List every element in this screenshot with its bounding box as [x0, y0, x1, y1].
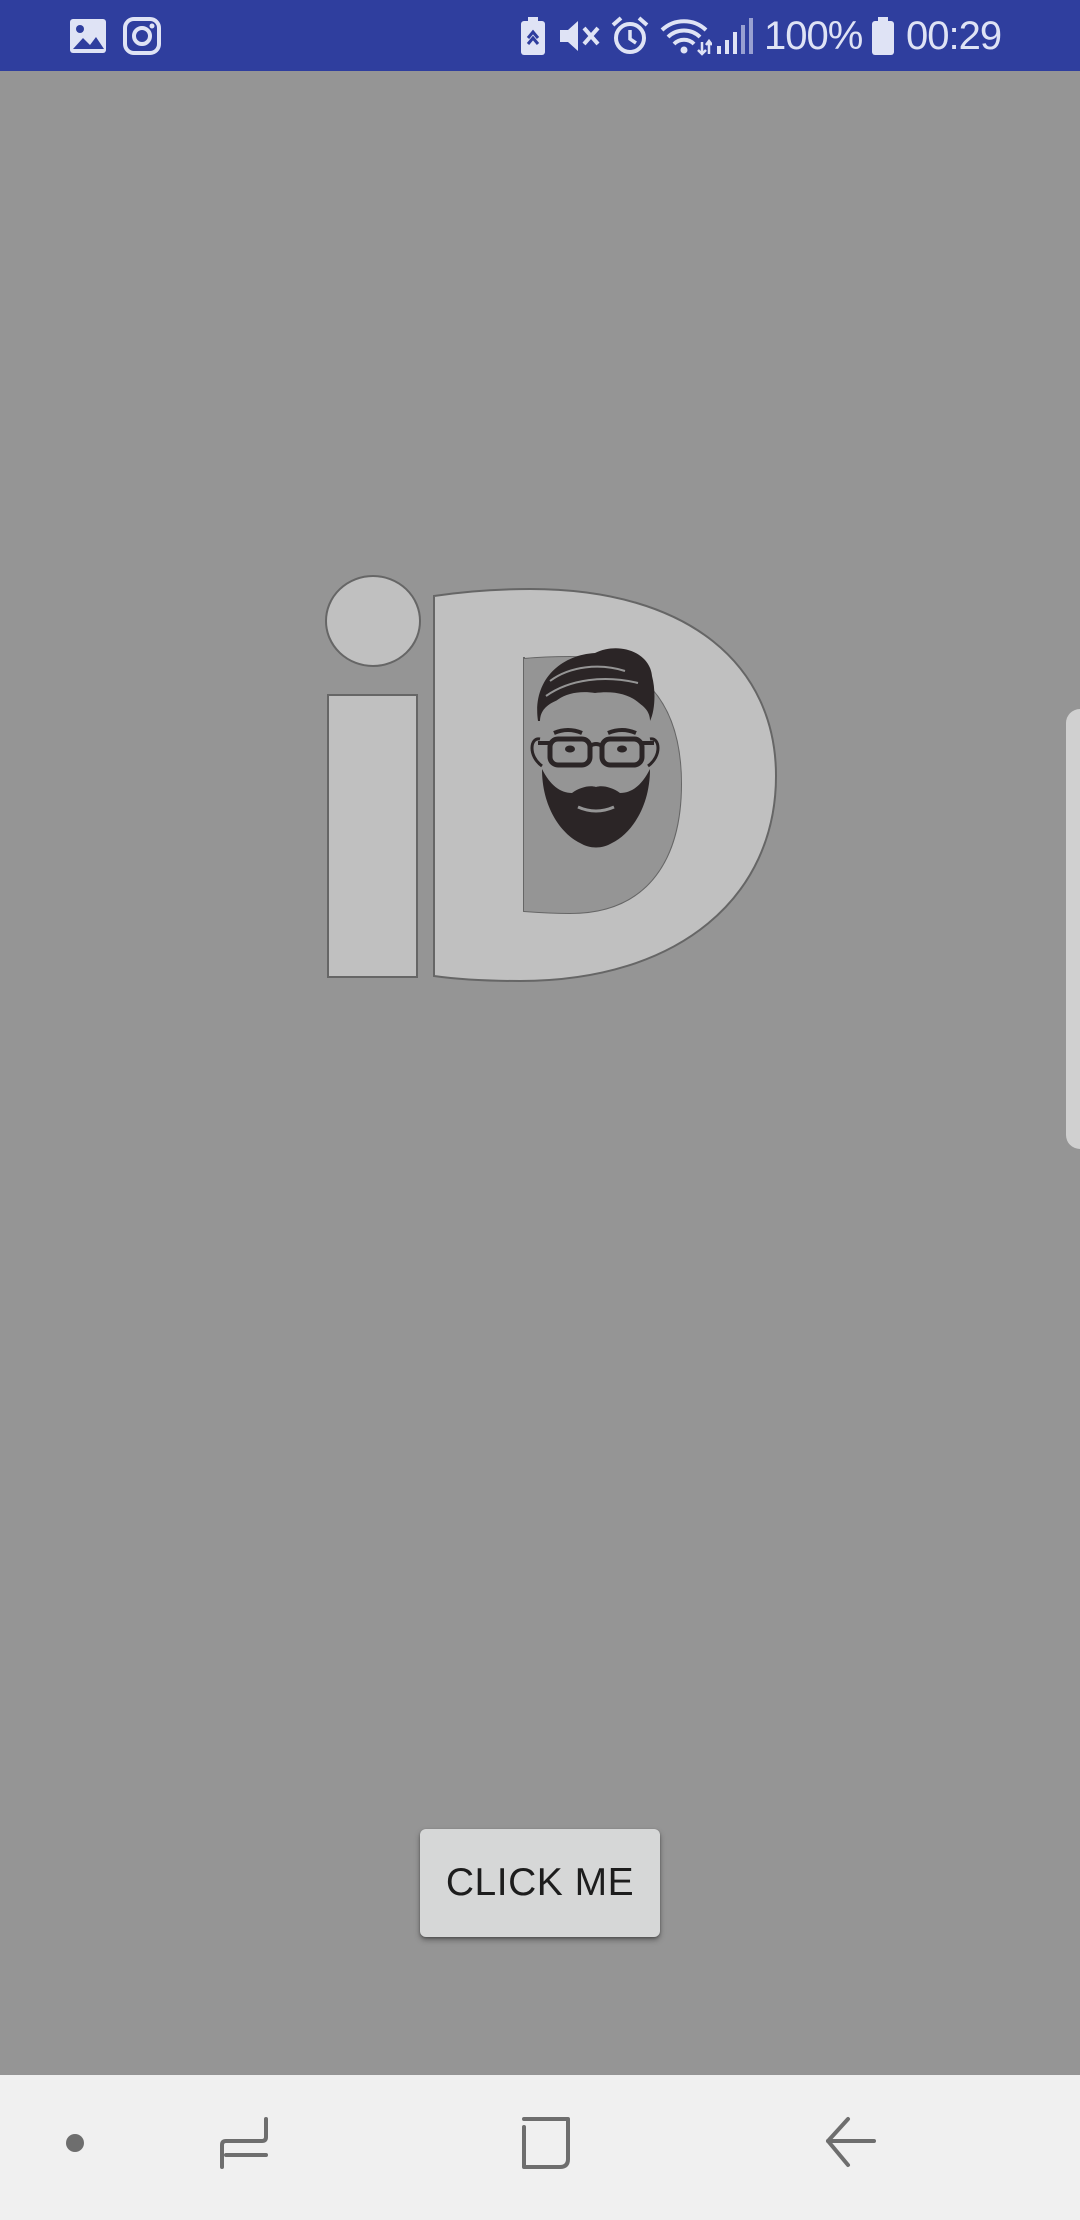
- wifi-icon: [660, 19, 712, 56]
- overview-icon[interactable]: [518, 2115, 574, 2171]
- signal-icon: [717, 18, 753, 54]
- main-content: CLICK ME: [0, 71, 1080, 2075]
- back-icon[interactable]: [822, 2115, 878, 2171]
- battery-icon: [872, 17, 894, 55]
- battery-saver-icon: [521, 17, 545, 55]
- navigation-bar: [0, 2075, 1080, 2220]
- id-beard-glasses-logo: [325, 575, 778, 983]
- click-me-button[interactable]: CLICK ME: [420, 1829, 660, 1937]
- letter-i-logo-part: [325, 575, 421, 978]
- battery-percent: 100%: [764, 14, 863, 58]
- vibrate-mute-icon: [560, 21, 600, 51]
- recent-apps-icon[interactable]: [216, 2115, 272, 2171]
- home-dot-icon[interactable]: [62, 2130, 88, 2156]
- gallery-icon: [70, 19, 106, 53]
- clock: 00:29: [906, 14, 1002, 58]
- instagram-icon: [123, 17, 161, 55]
- alarm-icon: [611, 16, 649, 54]
- edge-panel-handle[interactable]: [1066, 709, 1080, 1149]
- screen: 100% 00:29 CLICK ME: [0, 0, 1080, 2220]
- status-bar: 100% 00:29: [0, 0, 1080, 71]
